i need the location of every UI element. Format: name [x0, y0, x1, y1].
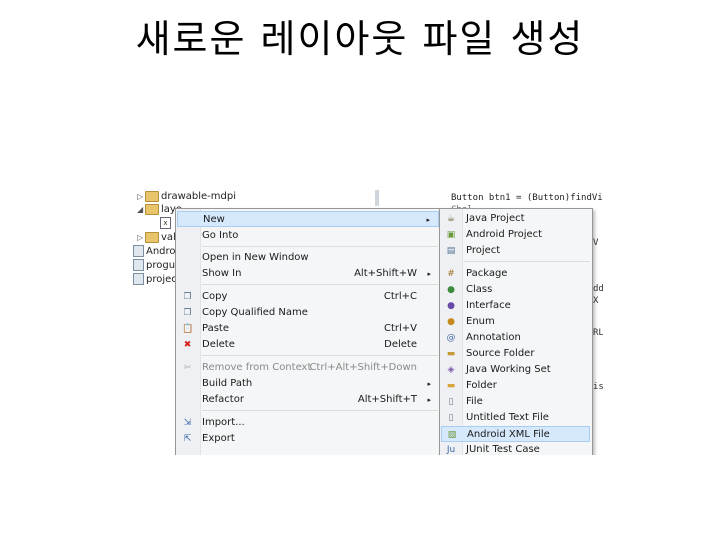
- submenu-item-junit-test-case[interactable]: Ju JUnit Test Case: [441, 442, 590, 455]
- code-fragment: V: [593, 238, 599, 248]
- new-submenu: ☕ Java Project ▣ Android Project ▤ Proje…: [439, 208, 593, 455]
- java-working-set-icon: ◈: [447, 365, 455, 375]
- shortcut-text: Ctrl+Alt+Shift+Down: [309, 362, 417, 373]
- java-project-icon: ☕: [446, 214, 456, 224]
- file-icon: ▯: [448, 397, 454, 407]
- submenu-item-annotation[interactable]: @ Annotation: [441, 330, 590, 346]
- tree-item-label: drawable-mdpi: [161, 191, 236, 202]
- tree-item-drawable[interactable]: ▷ drawable-mdpi: [137, 190, 236, 203]
- submenu-item-package[interactable]: # Package: [441, 266, 590, 282]
- paste-icon: 📋: [182, 324, 194, 334]
- junit-test-case-icon: Ju: [446, 445, 456, 455]
- menu-item-delete[interactable]: ✖ Delete Delete: [177, 337, 439, 353]
- code-fragment: RL: [593, 328, 603, 338]
- menu-item-refactor[interactable]: Refactor Alt+Shift+T ▸: [177, 392, 439, 408]
- submenu-arrow-icon: ▸: [427, 380, 431, 388]
- menu-item-paste[interactable]: 📋 Paste Ctrl+V: [177, 321, 439, 337]
- project-icon: ▤: [446, 246, 456, 256]
- tree-scrollbar[interactable]: [375, 190, 379, 206]
- submenu-item-source-folder[interactable]: ▬ Source Folder: [441, 346, 590, 362]
- eclipse-screenshot: ▷ drawable-mdpi ◢ layo x ▷ valu Androi prog…: [133, 190, 603, 455]
- submenu-item-untitled-text-file[interactable]: ▯ Untitled Text File: [441, 410, 590, 426]
- shortcut-text: Ctrl+V: [383, 323, 417, 334]
- annotation-icon: @: [446, 333, 456, 343]
- submenu-item-enum[interactable]: ● Enum: [441, 314, 590, 330]
- submenu-item-project[interactable]: ▤ Project: [441, 243, 590, 259]
- menu-item-remove-from-context[interactable]: ✂ Remove from Context Ctrl+Alt+Shift+Dow…: [177, 360, 439, 376]
- text-file-icon: [133, 273, 144, 285]
- xml-file-icon: x: [160, 217, 171, 229]
- class-icon: ●: [447, 285, 455, 295]
- shortcut-text: Delete: [384, 339, 417, 350]
- submenu-item-class[interactable]: ● Class: [441, 282, 590, 298]
- copy-icon: ❐: [183, 292, 192, 302]
- menu-item-new[interactable]: New ▸: [177, 211, 439, 227]
- folder-icon: ▬: [446, 381, 456, 391]
- submenu-separator: [464, 261, 590, 262]
- folder-icon: [145, 231, 159, 243]
- submenu-item-java-working-set[interactable]: ◈ Java Working Set: [441, 362, 590, 378]
- tree-item-label: Androi: [146, 246, 179, 257]
- enum-icon: ●: [447, 317, 455, 327]
- submenu-item-file[interactable]: ▯ File: [441, 394, 590, 410]
- menu-separator: [202, 410, 438, 411]
- menu-separator: [202, 284, 438, 285]
- collapse-arrow-icon[interactable]: ◢: [137, 203, 145, 216]
- interface-icon: ●: [447, 301, 455, 311]
- tree-item-android-manifest[interactable]: Androi: [133, 245, 178, 258]
- expand-arrow-icon[interactable]: ▷: [137, 231, 145, 244]
- menu-item-export[interactable]: ⇱ Export: [177, 431, 439, 447]
- tree-item-proguard[interactable]: progua: [133, 259, 181, 272]
- shortcut-text: Alt+Shift+W: [354, 268, 417, 279]
- code-fragment: X: [593, 296, 599, 306]
- folder-icon: [145, 203, 159, 215]
- submenu-item-folder[interactable]: ▬ Folder: [441, 378, 590, 394]
- menu-separator: [202, 355, 438, 356]
- submenu-item-android-xml-file[interactable]: ▧ Android XML File: [441, 426, 590, 442]
- text-file-icon: [133, 259, 144, 271]
- menu-item-show-in[interactable]: Show In Alt+Shift+W ▸: [177, 266, 439, 282]
- submenu-item-android-project[interactable]: ▣ Android Project: [441, 227, 590, 243]
- context-menu: New ▸ Go Into Open in New Window Show In…: [175, 208, 442, 455]
- tree-item-project-properties[interactable]: project: [133, 273, 181, 286]
- menu-item-copy-qualified-name[interactable]: ❐ Copy Qualified Name: [177, 305, 439, 321]
- menu-item-open-in-new-window[interactable]: Open in New Window: [177, 250, 439, 266]
- code-fragment: dd: [593, 284, 603, 294]
- menu-item-import[interactable]: ⇲ Import...: [177, 415, 439, 431]
- import-icon: ⇲: [183, 418, 192, 428]
- code-fragment: is: [593, 382, 603, 392]
- menu-item-go-into[interactable]: Go Into: [177, 228, 439, 244]
- source-folder-icon: ▬: [446, 349, 456, 359]
- manifest-file-icon: [133, 245, 144, 257]
- menu-separator: [202, 246, 438, 247]
- slide-title: 새로운 레이아웃 파일 생성: [135, 17, 585, 61]
- submenu-arrow-icon: ▸: [426, 216, 430, 224]
- folder-icon: [145, 190, 159, 202]
- remove-context-icon: ✂: [183, 363, 192, 373]
- shortcut-text: Alt+Shift+T: [357, 394, 417, 405]
- submenu-item-java-project[interactable]: ☕ Java Project: [441, 211, 590, 227]
- expand-arrow-icon[interactable]: ▷: [137, 190, 145, 203]
- menu-item-copy[interactable]: ❐ Copy Ctrl+C: [177, 289, 439, 305]
- code-line: Button btn1 = (Button)findVie: [451, 193, 603, 203]
- shortcut-text: Ctrl+C: [383, 291, 417, 302]
- submenu-item-interface[interactable]: ● Interface: [441, 298, 590, 314]
- android-project-icon: ▣: [446, 230, 456, 240]
- android-xml-file-icon: ▧: [447, 430, 457, 440]
- package-icon: #: [447, 269, 455, 279]
- submenu-arrow-icon: ▸: [427, 396, 431, 404]
- untitled-text-file-icon: ▯: [448, 413, 454, 423]
- export-icon: ⇱: [183, 434, 192, 444]
- copy-qualified-name-icon: ❐: [183, 308, 192, 318]
- delete-icon: ✖: [183, 340, 192, 350]
- tree-item-xml-file[interactable]: x: [160, 217, 173, 230]
- menu-item-build-path[interactable]: Build Path ▸: [177, 376, 439, 392]
- submenu-arrow-icon: ▸: [427, 270, 431, 278]
